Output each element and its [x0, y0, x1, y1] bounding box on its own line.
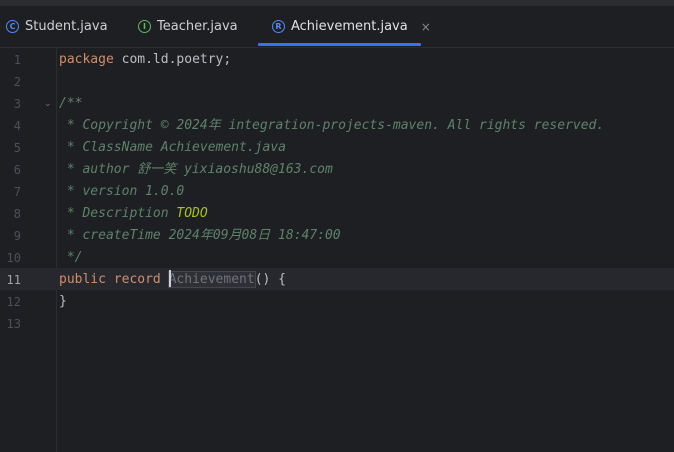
- keyword-package: package: [59, 52, 114, 67]
- text-caret: [168, 270, 171, 287]
- code-line-2[interactable]: 2: [0, 71, 674, 93]
- doc-comment-description-label: * Description: [59, 206, 177, 221]
- doc-comment-description: * Description TODO: [59, 203, 208, 225]
- code-text: package com.ld.poetry;: [59, 49, 231, 71]
- line-number: 3: [13, 97, 21, 111]
- code-line-7[interactable]: 7 * version 1.0.0: [0, 181, 674, 203]
- package-name: com.ld.poetry;: [113, 52, 232, 67]
- line-number: 7: [13, 185, 21, 199]
- doc-comment-version: * version 1.0.0: [59, 184, 185, 199]
- code-line-6[interactable]: 6 * author 舒一笑 yixiaoshu88@163.com: [0, 159, 674, 181]
- keyword-record: record: [113, 272, 161, 287]
- line-number: 1: [13, 53, 21, 67]
- code-line-9[interactable]: 9 * createTime 2024年09月08日 18:47:00: [0, 225, 674, 247]
- record-params: () {: [254, 272, 286, 287]
- record-identifier[interactable]: Achievement: [167, 271, 256, 288]
- line-number: 2: [13, 75, 21, 89]
- code-line-11[interactable]: 11 public record Achievement() {: [0, 269, 674, 291]
- fold-chevron-icon[interactable]: ⌄: [44, 93, 52, 115]
- line-number: 4: [13, 119, 21, 133]
- code-line-3[interactable]: 3 ⌄ /**: [0, 93, 674, 115]
- line-number: 9: [13, 229, 21, 243]
- todo-marker: TODO: [176, 206, 208, 221]
- interface-icon: I: [138, 20, 151, 33]
- tab-label: Teacher.java: [157, 19, 238, 34]
- line-number: 13: [6, 317, 21, 331]
- tab-student-java[interactable]: C Student.java: [6, 6, 108, 47]
- code-line-4[interactable]: 4 * Copyright © 2024年 integration-projec…: [0, 115, 674, 137]
- code-line-8[interactable]: 8 * Description TODO: [0, 203, 674, 225]
- close-icon[interactable]: ×: [421, 20, 431, 34]
- tab-achievement-java[interactable]: R Achievement.java ×: [272, 6, 431, 47]
- line-number: 12: [6, 295, 21, 309]
- doc-comment-copyright: * Copyright © 2024年 integration-projects…: [59, 118, 605, 133]
- class-icon: C: [6, 20, 19, 33]
- keyword-public: public: [59, 272, 106, 287]
- code-line-1[interactable]: 1 package com.ld.poetry;: [0, 49, 674, 71]
- editor-tab-bar: C Student.java I Teacher.java R Achievem…: [0, 6, 674, 48]
- active-tab-indicator: [258, 43, 421, 46]
- closing-brace: }: [59, 294, 67, 309]
- line-number: 10: [6, 251, 21, 265]
- line-number: 5: [13, 141, 21, 155]
- code-line-5[interactable]: 5 * ClassName Achievement.java: [0, 137, 674, 159]
- code-line-13[interactable]: 13: [0, 313, 674, 335]
- doc-comment-createtime: * createTime 2024年09月08日 18:47:00: [59, 228, 341, 243]
- record-icon: R: [272, 20, 285, 33]
- line-number: 6: [13, 163, 21, 177]
- code-line-12[interactable]: 12 }: [0, 291, 674, 313]
- doc-comment-start: /**: [59, 96, 83, 111]
- doc-comment-end: */: [59, 250, 83, 265]
- line-number-current: 11: [6, 273, 21, 287]
- tab-label: Student.java: [25, 19, 108, 34]
- doc-comment-author: * author 舒一笑 yixiaoshu88@163.com: [59, 162, 333, 177]
- record-declaration: public record Achievement() {: [59, 269, 286, 291]
- code-line-10[interactable]: 10 */: [0, 247, 674, 269]
- tab-teacher-java[interactable]: I Teacher.java: [138, 6, 238, 47]
- line-number: 8: [13, 207, 21, 221]
- tab-label: Achievement.java: [291, 19, 408, 34]
- doc-comment-classname: * ClassName Achievement.java: [59, 140, 286, 155]
